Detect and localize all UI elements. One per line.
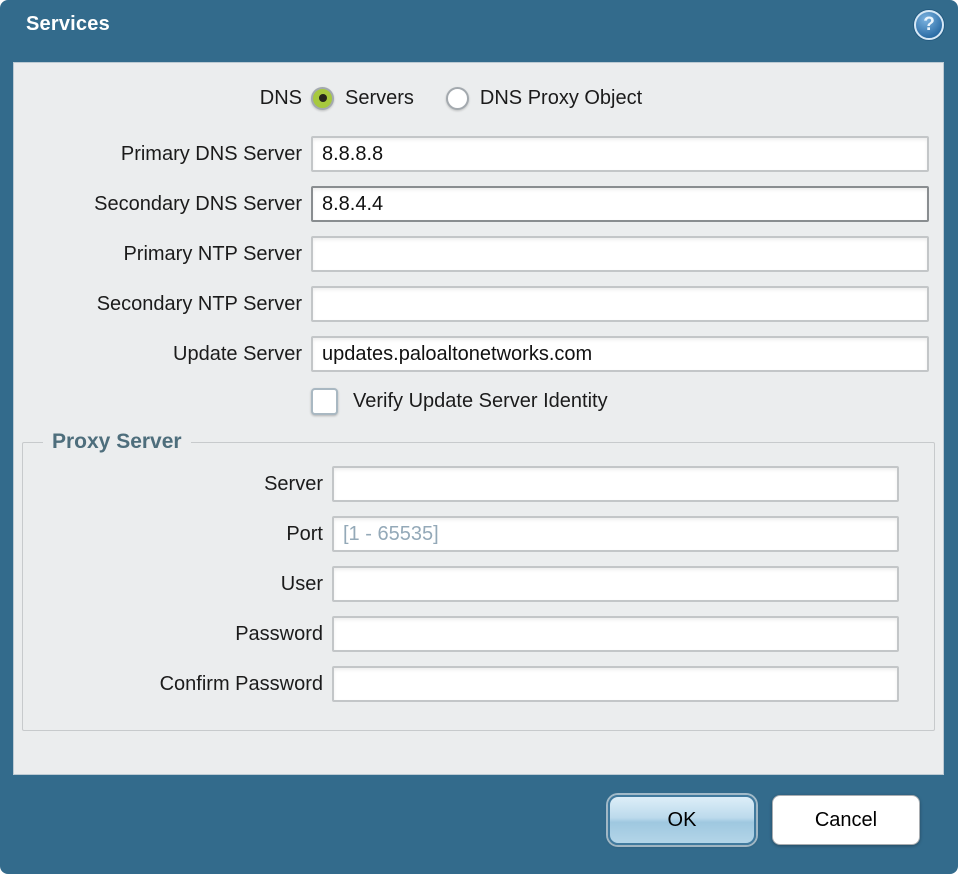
dialog-titlebar: Services ? xyxy=(0,0,958,62)
dialog-title: Services xyxy=(26,13,110,36)
primary-dns-row: Primary DNS Server xyxy=(14,136,943,172)
proxy-confirm-password-input[interactable] xyxy=(332,666,899,702)
dialog-body: DNS Servers DNS Proxy Object Primary DNS… xyxy=(13,62,944,775)
proxy-server-label: Server xyxy=(23,473,332,496)
proxy-server-legend: Proxy Server xyxy=(43,430,191,454)
dns-mode-row: DNS Servers DNS Proxy Object xyxy=(14,80,943,116)
proxy-user-row: User xyxy=(23,566,934,602)
secondary-dns-row: Secondary DNS Server xyxy=(14,186,943,222)
update-server-row: Update Server xyxy=(14,336,943,372)
proxy-server-input[interactable] xyxy=(332,466,899,502)
secondary-dns-input[interactable] xyxy=(311,186,929,222)
proxy-password-label: Password xyxy=(23,623,332,646)
proxy-port-label: Port xyxy=(23,523,332,546)
secondary-dns-label: Secondary DNS Server xyxy=(14,193,311,216)
secondary-ntp-input[interactable] xyxy=(311,286,929,322)
proxy-port-input[interactable] xyxy=(332,516,899,552)
radio-servers[interactable] xyxy=(311,87,334,110)
verify-update-row: Verify Update Server Identity xyxy=(311,386,943,416)
secondary-ntp-row: Secondary NTP Server xyxy=(14,286,943,322)
proxy-user-input[interactable] xyxy=(332,566,899,602)
primary-ntp-label: Primary NTP Server xyxy=(14,243,311,266)
radio-servers-label[interactable]: Servers xyxy=(345,87,414,110)
ok-button[interactable]: OK xyxy=(608,795,756,845)
primary-dns-label: Primary DNS Server xyxy=(14,143,311,166)
verify-update-checkbox[interactable] xyxy=(311,388,338,415)
radio-dns-proxy-object-label[interactable]: DNS Proxy Object xyxy=(480,87,642,110)
dns-radio-group: Servers DNS Proxy Object xyxy=(311,87,674,110)
secondary-ntp-label: Secondary NTP Server xyxy=(14,293,311,316)
services-dialog: Services ? DNS Servers DNS Proxy Object … xyxy=(0,0,958,874)
cancel-button[interactable]: Cancel xyxy=(772,795,920,845)
dns-label: DNS xyxy=(14,87,311,110)
proxy-confirm-password-label: Confirm Password xyxy=(23,673,332,696)
update-server-label: Update Server xyxy=(14,343,311,366)
radio-dns-proxy-object[interactable] xyxy=(446,87,469,110)
dialog-footer: OK Cancel xyxy=(0,775,958,874)
primary-ntp-input[interactable] xyxy=(311,236,929,272)
proxy-password-input[interactable] xyxy=(332,616,899,652)
proxy-server-section: Proxy Server Server Port User Password C… xyxy=(22,430,935,731)
primary-dns-input[interactable] xyxy=(311,136,929,172)
proxy-password-row: Password xyxy=(23,616,934,652)
proxy-server-row: Server xyxy=(23,466,934,502)
primary-ntp-row: Primary NTP Server xyxy=(14,236,943,272)
help-icon[interactable]: ? xyxy=(914,10,944,40)
proxy-confirm-password-row: Confirm Password xyxy=(23,666,934,702)
update-server-input[interactable] xyxy=(311,336,929,372)
proxy-user-label: User xyxy=(23,573,332,596)
verify-update-label[interactable]: Verify Update Server Identity xyxy=(353,390,608,413)
proxy-port-row: Port xyxy=(23,516,934,552)
